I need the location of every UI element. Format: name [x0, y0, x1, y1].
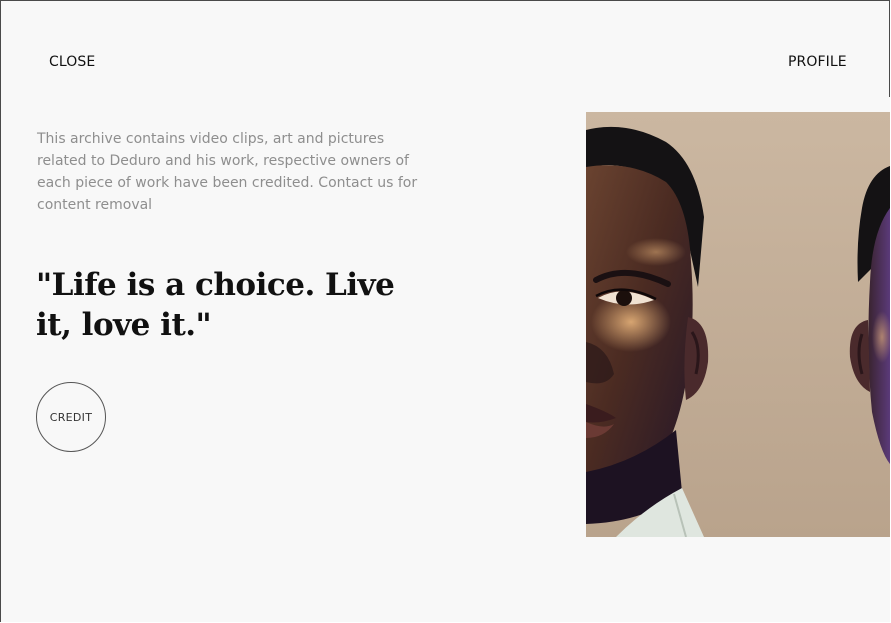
portrait-illustration	[586, 112, 890, 537]
profile-button[interactable]: PROFILE	[788, 53, 847, 71]
credit-button[interactable]: CREDIT	[36, 382, 106, 452]
artwork-image	[586, 112, 890, 537]
quote-text: "Life is a choice. Live it, love it."	[36, 267, 395, 343]
window-edge	[889, 1, 890, 97]
credit-label: CREDIT	[49, 410, 93, 424]
archive-panel: CLOSE PROFILE This archive contains vide…	[0, 0, 890, 622]
archive-description: This archive contains video clips, art a…	[37, 131, 418, 213]
close-button[interactable]: CLOSE	[49, 53, 95, 71]
